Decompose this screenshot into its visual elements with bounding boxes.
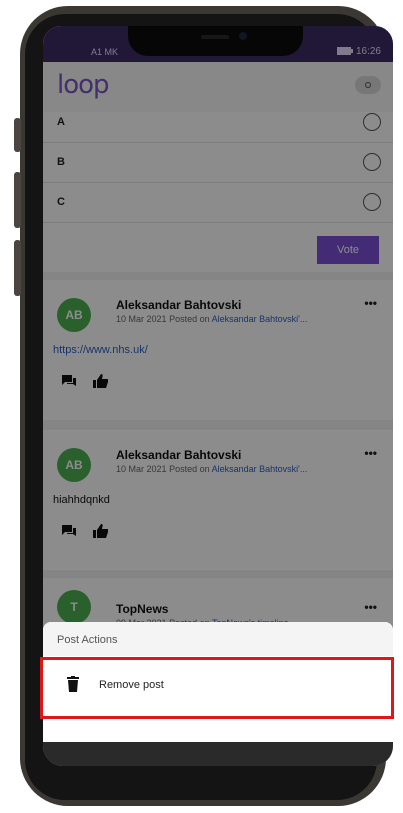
silent-switch xyxy=(14,118,21,152)
phone-screen: A1 MK 16:26 loop A B C Vote AB Aleksanda… xyxy=(43,26,393,766)
sheet-title: Post Actions xyxy=(57,634,118,646)
sheet-header: Post Actions xyxy=(43,622,393,656)
volume-down-button xyxy=(14,240,21,296)
system-nav-bar xyxy=(43,742,393,766)
volume-up-button xyxy=(14,172,21,228)
highlight-box xyxy=(40,657,394,719)
